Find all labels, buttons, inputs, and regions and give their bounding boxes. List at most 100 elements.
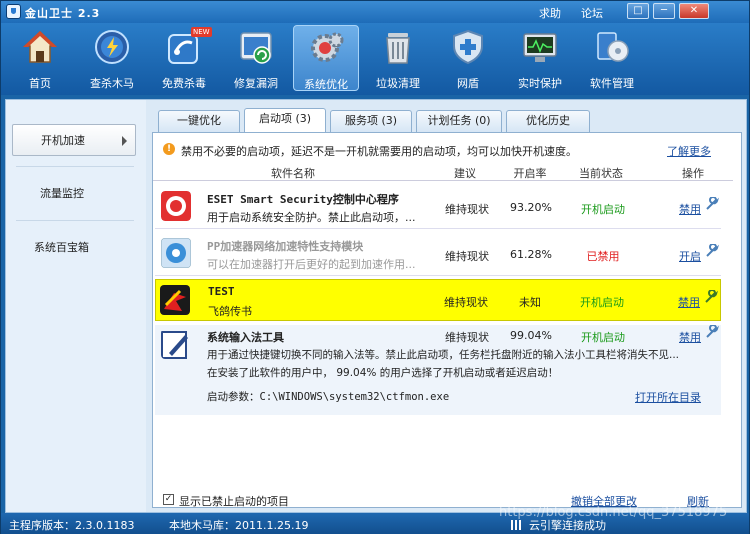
input-method-icon: [161, 331, 188, 359]
eset-icon: [161, 191, 191, 221]
main-toolbar: 首页 查杀木马 NEW 免费杀毒 修复漏洞 系统优化 垃圾清理 网盾 实时保护 …: [1, 23, 749, 95]
content-frame: 开机加速 流量监控 系统百宝箱 一键优化 启动项 (3) 服务项 (3) 计划任…: [5, 99, 747, 513]
wrench-icon[interactable]: [705, 325, 719, 339]
new-badge: NEW: [191, 27, 212, 37]
row-rate: 99.04%: [510, 329, 552, 342]
row-name: TEST: [208, 285, 235, 298]
pp-accelerator-icon: [161, 238, 191, 268]
row-status: 已禁用: [586, 250, 620, 263]
table-row[interactable]: ESET Smart Security控制中心程序 用于启动系统安全防护。禁止此…: [155, 185, 721, 229]
row-advice: 维持现状: [445, 331, 489, 344]
wrench-icon[interactable]: [705, 197, 719, 211]
toolbar-home[interactable]: 首页: [7, 25, 73, 91]
menu-button[interactable]: □: [627, 3, 649, 19]
trash-icon: [386, 33, 410, 64]
toolbar-label: 垃圾清理: [376, 77, 420, 90]
tab-scheduled-tasks[interactable]: 计划任务 (0): [416, 110, 502, 132]
row-rate: 61.28%: [510, 248, 552, 261]
sidebar-item-label: 流量监控: [40, 187, 84, 200]
row-desc: 用于通过快捷键切换不同的输入法等。禁止此启动项，任务栏托盘附近的输入法小工具栏将…: [207, 349, 680, 361]
sidebar-item-toolbox[interactable]: 系统百宝箱: [12, 232, 136, 264]
toolbar-label: 网盾: [457, 77, 479, 90]
shield-icon: [453, 29, 483, 65]
toolbar-label: 软件管理: [590, 77, 634, 90]
left-sidebar: 开机加速 流量监控 系统百宝箱: [6, 100, 146, 512]
toolbar-scan-trojan[interactable]: 查杀木马: [79, 25, 145, 91]
col-rate: 开启率: [513, 167, 547, 180]
optimize-gear-icon: [311, 32, 344, 62]
row-advice: 维持现状: [445, 203, 489, 216]
table-row-expanded[interactable]: 系统输入法工具 用于通过快捷键切换不同的输入法等。禁止此启动项，任务栏托盘附近的…: [155, 325, 721, 415]
table-row-highlighted[interactable]: TEST 飞鸽传书 维持现状 未知 开机启动 禁用: [155, 279, 721, 321]
trojan-db-text: 本地木马库：2011.1.25.19: [169, 519, 309, 532]
warning-text: 禁用不必要的启动项，延迟不是一开机就需要用的启动项，均可以加快开机速度。: [181, 145, 577, 158]
status-bar: 主程序版本：2.3.0.1183 本地木马库：2011.1.25.19 云引擎连…: [1, 505, 749, 534]
warning-icon: !: [163, 143, 175, 155]
wrench-icon[interactable]: [704, 290, 718, 304]
sidebar-item-boot-speedup[interactable]: 开机加速: [12, 124, 136, 156]
toolbar-label: 实时保护: [518, 77, 562, 90]
toolbar-label: 查杀木马: [90, 77, 134, 90]
version-text: 主程序版本：2.3.0.1183: [9, 519, 135, 532]
show-disabled-label[interactable]: 显示已禁止启动的项目: [179, 493, 289, 509]
row-advice: 维持现状: [444, 296, 488, 309]
row-desc-stat: 在安装了此软件的用户中， 99.04% 的用户选择了开机启动或者延迟启动！: [207, 367, 559, 379]
col-software-name: 软件名称: [271, 167, 315, 180]
tab-services[interactable]: 服务项 (3): [330, 110, 412, 132]
toolbar-antivirus[interactable]: NEW 免费杀毒: [151, 25, 217, 91]
learn-more-link[interactable]: 了解更多: [667, 143, 711, 159]
watermark-text: https://blog.csdn.net/qq_37518975: [499, 505, 728, 520]
open-directory-link[interactable]: 打开所在目录: [633, 389, 703, 405]
col-advice: 建议: [454, 167, 476, 180]
row-status: 开机启动: [581, 331, 625, 344]
disable-link[interactable]: 禁用: [676, 294, 702, 310]
tab-optimize-history[interactable]: 优化历史: [506, 110, 590, 132]
tab-strip: 一键优化 启动项 (3) 服务项 (3) 计划任务 (0) 优化历史: [152, 108, 742, 133]
app-logo-icon: [6, 4, 21, 19]
disable-link[interactable]: 禁用: [677, 329, 703, 345]
main-panel: 一键优化 启动项 (3) 服务项 (3) 计划任务 (0) 优化历史 ! 禁用不…: [152, 108, 742, 508]
close-button[interactable]: ✕: [679, 3, 709, 19]
toolbar-optimize[interactable]: 系统优化: [293, 25, 359, 91]
monitor-icon: [523, 33, 557, 62]
wrench-icon[interactable]: [705, 244, 719, 258]
sidebar-item-traffic-monitor[interactable]: 流量监控: [12, 178, 136, 210]
forum-link[interactable]: 论坛: [581, 5, 603, 21]
toolbar-label: 修复漏洞: [234, 77, 278, 90]
disable-link[interactable]: 禁用: [677, 201, 703, 217]
toolbar-label: 免费杀毒: [162, 77, 206, 90]
row-name: PP加速器网络加速特性支持模块: [207, 240, 364, 253]
toolbar-trash[interactable]: 垃圾清理: [365, 25, 431, 91]
tab-startup-items[interactable]: 启动项 (3): [244, 108, 326, 133]
toolbar-label: 系统优化: [304, 78, 348, 91]
software-disc-icon: [597, 32, 629, 62]
minimize-button[interactable]: ─: [653, 3, 675, 19]
row-desc: 可以在加速器打开后更好的起到加速作用...: [207, 258, 416, 271]
enable-link[interactable]: 开启: [677, 248, 703, 264]
toolbar-netshield[interactable]: 网盾: [435, 25, 501, 91]
app-title: 金山卫士 2.3: [25, 7, 101, 20]
col-action: 操作: [682, 167, 704, 180]
feige-icon: [160, 285, 190, 315]
patch-icon: [240, 32, 272, 64]
row-advice: 维持现状: [445, 250, 489, 263]
toolbar-patch[interactable]: 修复漏洞: [223, 25, 289, 91]
home-icon: [23, 30, 57, 63]
row-start-param: 启动参数：C:\WINDOWS\system32\ctfmon.exe: [207, 391, 450, 403]
sidebar-item-label: 开机加速: [41, 134, 85, 147]
show-disabled-checkbox[interactable]: ✓: [163, 494, 174, 505]
table-row[interactable]: PP加速器网络加速特性支持模块 可以在加速器打开后更好的起到加速作用... 维持…: [155, 230, 721, 276]
toolbar-software[interactable]: 软件管理: [579, 25, 645, 91]
sidebar-item-label: 系统百宝箱: [34, 241, 89, 254]
warning-bar: ! 禁用不必要的启动项，延迟不是一开机就需要用的启动项，均可以加快开机速度。 了…: [163, 141, 731, 159]
row-desc: 飞鸽传书: [208, 305, 252, 318]
row-rate: 93.20%: [510, 201, 552, 214]
tab-one-click-optimize[interactable]: 一键优化: [158, 110, 240, 132]
help-link[interactable]: 求助: [539, 5, 561, 21]
scan-trojan-icon: [95, 30, 129, 64]
row-rate: 未知: [519, 296, 541, 309]
toolbar-realtime[interactable]: 实时保护: [507, 25, 573, 91]
row-status: 开机启动: [581, 203, 625, 216]
chevron-right-icon: [122, 136, 127, 146]
col-status: 当前状态: [579, 167, 623, 180]
